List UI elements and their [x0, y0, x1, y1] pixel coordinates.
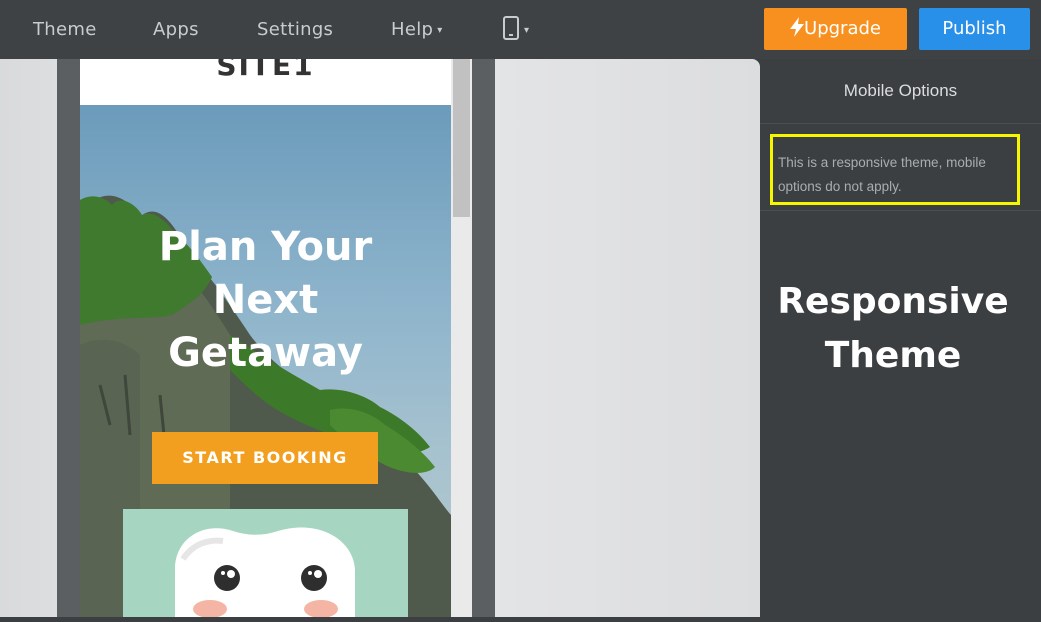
tooth-illustration-card [123, 509, 408, 617]
start-booking-button[interactable]: START BOOKING [152, 432, 378, 484]
hero-heading[interactable]: Plan Your Next Getaway [80, 221, 451, 380]
mobile-device-icon [503, 16, 519, 40]
hero-heading-line: Plan Your [158, 224, 373, 270]
hero-section: Plan Your Next Getaway START BOOKING [80, 105, 451, 617]
site-header: SITE1 [80, 59, 451, 105]
hero-heading-line: Getaway [168, 330, 363, 376]
panel-note-section: This is a responsive theme, mobile optio… [760, 124, 1041, 211]
mobile-preview-frame: SITE1 Plan Your Next Getaway START BOOKI… [57, 59, 495, 617]
tooth-icon [175, 527, 355, 617]
preview-scrollbar[interactable] [451, 59, 472, 617]
nav-help-label: Help [391, 19, 434, 40]
annotation-line: Theme [824, 335, 962, 376]
nav-apps[interactable]: Apps [153, 0, 199, 59]
responsive-theme-annotation: Responsive Theme [760, 275, 1026, 383]
bottom-border [0, 617, 1041, 622]
chevron-down-icon: ▾ [437, 25, 443, 36]
nav-settings-label: Settings [257, 19, 334, 40]
mobile-preview-screen: SITE1 Plan Your Next Getaway START BOOKI… [80, 59, 472, 617]
upgrade-label: Upgrade [804, 18, 881, 39]
highlight-box [770, 134, 1020, 205]
nav-help[interactable]: Help ▾ [391, 0, 443, 59]
panel-title: Mobile Options [760, 59, 1041, 124]
chevron-down-icon: ▾ [524, 25, 530, 36]
lightning-bolt-icon [790, 17, 805, 37]
nav-apps-label: Apps [153, 19, 199, 40]
scrollbar-thumb[interactable] [453, 59, 470, 217]
annotation-line: Responsive [777, 281, 1009, 322]
nav-settings[interactable]: Settings [257, 0, 333, 59]
mobile-options-panel: Mobile Options This is a responsive them… [760, 59, 1041, 617]
nav-theme[interactable]: Theme [33, 0, 97, 59]
nav-theme-label: Theme [33, 19, 97, 40]
top-toolbar: Theme Apps Settings Help ▾ ▾ Upgrade Publ… [0, 0, 1041, 59]
site-title[interactable]: SITE1 [80, 59, 451, 82]
editor-canvas: SITE1 Plan Your Next Getaway START BOOKI… [0, 59, 760, 617]
upgrade-button[interactable]: Upgrade [764, 8, 907, 50]
publish-label: Publish [942, 18, 1007, 39]
hero-heading-line: Next [212, 277, 319, 323]
device-switcher[interactable]: ▾ [502, 0, 529, 59]
publish-button[interactable]: Publish [919, 8, 1030, 50]
